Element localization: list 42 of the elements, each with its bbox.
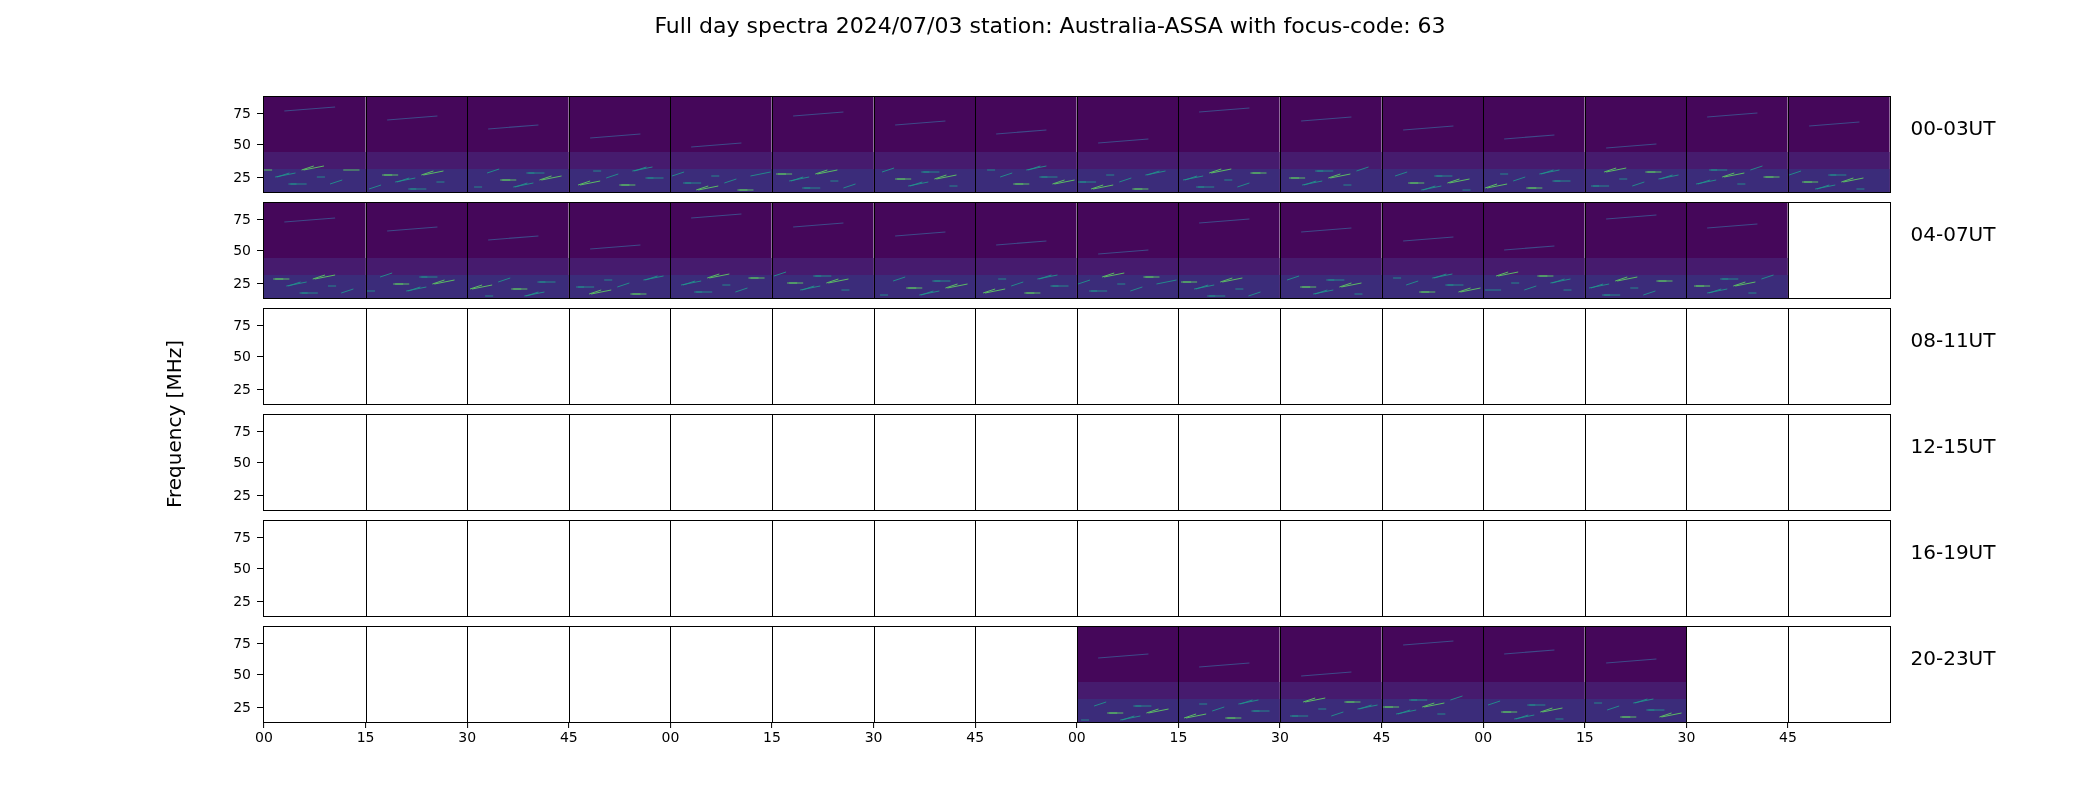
row-time-label: 12-15UT: [1909, 433, 1996, 460]
y-tick-label: 75: [233, 634, 251, 651]
row-time-label: 16-19UT: [1909, 539, 1996, 566]
row-time-label: 04-07UT: [1909, 221, 1996, 248]
x-tick-label: 45: [966, 728, 985, 746]
x-tick-label: 15: [1575, 728, 1594, 746]
y-tick-label: 50: [233, 454, 251, 471]
x-tick-label: 00: [1474, 728, 1493, 746]
x-tick-label: 45: [1779, 728, 1797, 746]
y-tick-label: 25: [233, 592, 251, 609]
x-tick-label: 00: [1067, 728, 1086, 746]
y-tick-label: 75: [233, 210, 251, 227]
y-tick-label: 50: [233, 348, 251, 365]
y-tick-label: 25: [233, 698, 251, 715]
y-tick-label: 50: [233, 136, 251, 153]
row-time-label: 20-23UT: [1909, 645, 1996, 672]
x-tick-label: 15: [356, 728, 375, 746]
x-tick-label: 00: [255, 728, 273, 746]
x-tick-label: 15: [763, 728, 781, 746]
y-axis-label: Frequency [MHz]: [161, 340, 187, 509]
y-tick-label: 50: [233, 560, 251, 577]
y-tick-label: 25: [233, 380, 251, 397]
y-tick-label: 75: [233, 528, 251, 545]
x-tick-label: 30: [1677, 728, 1696, 746]
y-tick-label: 75: [233, 422, 251, 439]
y-tick-label: 25: [233, 274, 251, 291]
figure-title: Full day spectra 2024/07/03 station: Australia-ASSA with focus-code: 63: [654, 12, 1446, 40]
y-tick-label: 75: [233, 104, 251, 121]
x-tick-label: 45: [1372, 728, 1391, 746]
x-tick-label: 30: [458, 728, 477, 746]
x-tick-label: 45: [559, 728, 578, 746]
row-time-label: 00-03UT: [1909, 115, 1996, 142]
x-tick-label: 15: [1169, 728, 1188, 746]
x-tick-label: 30: [864, 728, 883, 746]
y-tick-label: 50: [233, 242, 251, 259]
x-tick-label: 30: [1271, 728, 1289, 746]
y-tick-label: 50: [233, 666, 251, 683]
y-tick-label: 75: [233, 316, 251, 333]
y-tick-label: 25: [233, 168, 251, 185]
x-tick-label: 00: [661, 728, 680, 746]
row-time-label: 08-11UT: [1909, 327, 1996, 354]
y-tick-label: 25: [233, 486, 251, 503]
